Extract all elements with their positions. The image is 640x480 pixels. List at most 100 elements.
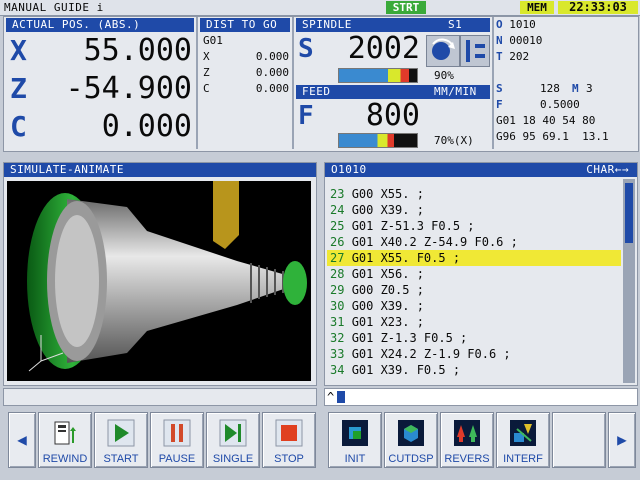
line-code: G00 X55. ; <box>351 187 424 201</box>
softkey-next-arrow[interactable]: ▶ <box>608 412 636 468</box>
spindle-title: SPINDLE <box>302 18 352 31</box>
program-line[interactable]: 24 G00 X39. ; <box>327 202 621 218</box>
interference-icon <box>509 419 537 447</box>
tool-number: T 202 <box>496 50 530 63</box>
status-panel: ACTUAL POS. (ABS.) X 55.000 Z -54.900 C … <box>3 16 639 152</box>
line-code: G00 Z0.5 ; <box>351 283 424 297</box>
program-line[interactable]: 29 G00 Z0.5 ; <box>327 282 621 298</box>
actual-pos-row-c: C 0.000 <box>10 109 192 144</box>
softkey-label: REWIND <box>42 453 88 465</box>
softkey-pause[interactable]: PAUSE <box>150 412 204 468</box>
app-title: MANUAL GUIDE i <box>4 1 104 14</box>
program-line[interactable]: 31 G01 X23. ; <box>327 314 621 330</box>
line-code: G01 Z-51.3 F0.5 ; <box>351 219 475 233</box>
top-status-bar: MANUAL GUIDE i STRT MEM 22:33:03 <box>0 0 640 16</box>
simulate-title: SIMULATE-ANIMATE <box>4 163 316 177</box>
softkey-start[interactable]: START <box>94 412 148 468</box>
softkey-init[interactable]: INIT <box>328 412 382 468</box>
feed-section: FEED MM/MIN F 800 70%(X) <box>296 85 490 149</box>
softkey-interf[interactable]: INTERF <box>496 412 550 468</box>
feed-percent: 70%(X) <box>434 134 474 147</box>
line-code: G00 X39. ; <box>351 299 424 313</box>
softkey-label: PAUSE <box>158 453 196 465</box>
mem-indicator: MEM <box>520 1 554 14</box>
program-line[interactable]: 26 G01 X40.2 Z-54.9 F0.6 ; <box>327 234 621 250</box>
softkey-label: STOP <box>274 453 304 465</box>
program-title: O1010 <box>331 163 367 176</box>
softkey-label: START <box>103 453 139 465</box>
softkey-prev-arrow[interactable]: ◀ <box>8 412 36 468</box>
stop-icon <box>275 419 303 447</box>
line-number: 32 <box>330 331 345 345</box>
line-number: 30 <box>330 299 345 313</box>
program-line[interactable]: 23 G00 X55. ; <box>327 186 621 202</box>
program-scrollbar[interactable] <box>623 179 635 383</box>
program-line[interactable]: 34 G01 X39. F0.5 ; <box>327 362 621 378</box>
line-number: 29 <box>330 283 345 297</box>
dist-row-c: C 0.000 <box>203 82 289 95</box>
divider <box>196 17 198 149</box>
spindle-load-bar <box>338 68 418 83</box>
spindle-speed: 2002 <box>347 31 420 66</box>
program-line[interactable]: 25 G01 Z-51.3 F0.5 ; <box>327 218 621 234</box>
softkey-label: INIT <box>344 453 366 465</box>
feed-rate: 800 <box>365 98 420 133</box>
actual-pos-section: ACTUAL POS. (ABS.) X 55.000 Z -54.900 C … <box>6 18 194 148</box>
play-icon <box>107 419 135 447</box>
dist-row-z: Z 0.000 <box>203 66 289 79</box>
rewind-icon <box>51 419 79 447</box>
spindle-letter: S <box>298 34 314 64</box>
actual-pos-value: 0.000 <box>101 109 192 144</box>
program-line-active[interactable]: 27 G01 X55. F0.5 ; <box>327 250 621 266</box>
line-number: 31 <box>330 315 345 329</box>
turning-part-drawing <box>27 181 307 372</box>
program-line[interactable]: 30 G00 X39. ; <box>327 298 621 314</box>
line-code: G01 Z-1.3 F0.5 ; <box>351 331 468 345</box>
program-line[interactable]: 33 G01 X24.2 Z-1.9 F0.6 ; <box>327 346 621 362</box>
actual-pos-value: 55.000 <box>83 33 192 68</box>
divider <box>492 17 494 149</box>
program-number: O 1010 <box>496 18 536 31</box>
simulate-panel: SIMULATE-ANIMATE <box>3 162 317 386</box>
single-step-icon <box>219 419 247 447</box>
workpiece-end-face <box>283 261 307 305</box>
spindle-id: S1 <box>448 18 463 31</box>
softkey-label: REVERS <box>444 453 490 465</box>
key-input-line[interactable]: ^ <box>324 388 638 406</box>
softkey-cutdsp[interactable]: CUTDSP <box>384 412 438 468</box>
program-line[interactable]: 32 G01 Z-1.3 F0.5 ; <box>327 330 621 346</box>
line-number: 24 <box>330 203 345 217</box>
divider <box>292 17 294 149</box>
modal-gcodes-2: G96 95 69.1 13.1 <box>496 130 609 143</box>
actual-pos-row-z: Z -54.900 <box>10 71 192 106</box>
line-number: 34 <box>330 363 345 377</box>
mode-indicator: STRT <box>386 1 426 14</box>
line-code: G01 X39. F0.5 ; <box>351 363 461 377</box>
softkey-blank[interactable] <box>552 412 606 468</box>
actual-pos-row-x: X 55.000 <box>10 33 192 68</box>
scrollbar-thumb[interactable] <box>625 183 633 243</box>
softkey-stop[interactable]: STOP <box>262 412 316 468</box>
softkey-single[interactable]: SINGLE <box>206 412 260 468</box>
line-number: 28 <box>330 267 345 281</box>
feed-title: FEED <box>302 85 331 98</box>
softkey-revers[interactable]: REVERS <box>440 412 494 468</box>
line-number: 27 <box>330 251 345 265</box>
dist-row-x: X 0.000 <box>203 50 289 63</box>
actual-pos-value: -54.900 <box>65 71 192 106</box>
simulation-view[interactable] <box>7 181 311 381</box>
softkey-rewind[interactable]: REWIND <box>38 412 92 468</box>
program-listing[interactable]: 23 G00 X55. ; 24 G00 X39. ; 25 G01 Z-51.3 … <box>327 186 621 382</box>
spindle-command: S 128 M 3 <box>496 82 593 95</box>
sequence-number: N 00010 <box>496 34 543 47</box>
program-panel: O1010 CHAR←→ 23 G00 X55. ; 24 G00 X39. ; 2… <box>324 162 638 386</box>
tool-orientation-icon <box>460 35 490 67</box>
line-code: G01 X24.2 Z-1.9 F0.6 ; <box>351 347 511 361</box>
line-number: 26 <box>330 235 345 249</box>
line-code: G01 X40.2 Z-54.9 F0.6 ; <box>351 235 518 249</box>
program-line[interactable]: 28 G01 X56. ; <box>327 266 621 282</box>
softkey-label: SINGLE <box>212 453 254 465</box>
init-icon <box>341 419 369 447</box>
spindle-section: SPINDLE S1 S 2002 90% <box>296 18 490 84</box>
dist-to-go-gcode: G01 <box>203 34 223 47</box>
